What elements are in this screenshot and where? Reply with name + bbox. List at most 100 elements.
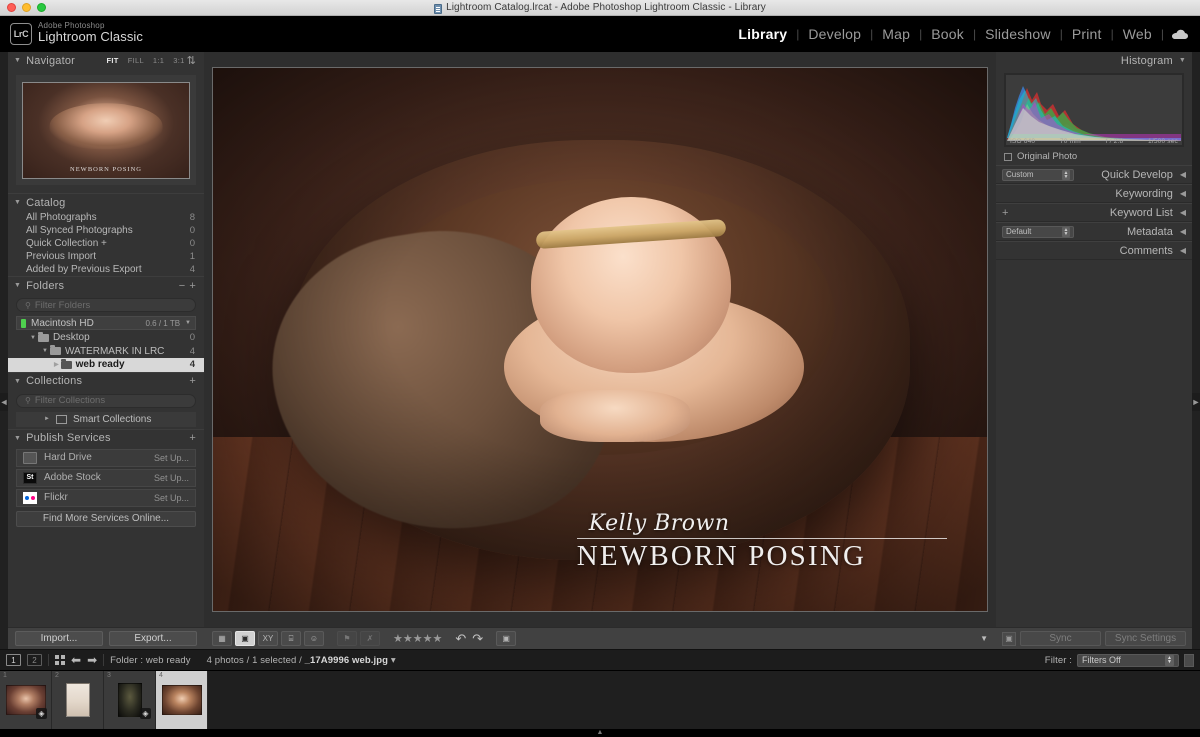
thumb-badge-icon[interactable]: ◈ (140, 708, 151, 719)
stepper-icon[interactable]: ▲ ▼ (1062, 226, 1070, 237)
filter-lock-icon[interactable] (1184, 653, 1194, 667)
folder-twisty-icon[interactable]: ▶ (54, 361, 59, 368)
rotate-right-icon[interactable]: ↷ (472, 631, 483, 647)
folders-header[interactable]: ▼ Folders − + (8, 277, 204, 294)
thumb-badge-icon[interactable]: ◈ (36, 708, 47, 719)
sync-button[interactable]: Sync (1020, 631, 1101, 646)
right-section-keyword-list[interactable]: + Keyword List ◀ (996, 203, 1192, 222)
cloud-sync-icon[interactable] (1170, 24, 1190, 44)
checkbox-icon[interactable] (1004, 152, 1012, 161)
left-panel-collapse-icon[interactable]: ◄ (0, 393, 8, 411)
module-book[interactable]: Book (922, 26, 973, 42)
filename-dropdown-icon[interactable]: ▾ (391, 655, 396, 666)
remove-folder-button[interactable]: − (177, 280, 188, 292)
filmstrip-thumb-2[interactable]: 2 (52, 671, 104, 729)
add-publish-service-button[interactable]: + (187, 432, 198, 444)
bottom-edge[interactable]: ▲ (0, 729, 1200, 737)
collections-header[interactable]: ▼ Collections + (8, 372, 204, 390)
module-print[interactable]: Print (1063, 26, 1111, 42)
rating-stars[interactable]: ★★★★★ (393, 632, 442, 645)
filter-select[interactable]: Filters Off ▲ ▼ (1077, 653, 1179, 667)
export-button[interactable]: Export... (109, 631, 197, 646)
original-photo-toggle[interactable]: Original Photo (1004, 151, 1184, 162)
folder-item-desktop[interactable]: ▼ Desktop 0 (8, 331, 204, 345)
view-mode-buttons[interactable]: ▦ ▣ XY ⌸ ☺ (212, 631, 324, 646)
sync-settings-button[interactable]: Sync Settings (1105, 631, 1186, 646)
navigator-twisty-icon[interactable]: ▼ (14, 57, 21, 64)
publish-setup-link[interactable]: Set Up... (154, 453, 189, 463)
find-more-services-button[interactable]: Find More Services Online... (16, 510, 196, 527)
identity-plate[interactable]: Adobe Photoshop Lightroom Classic (38, 21, 143, 45)
survey-view-icon[interactable]: ⌸ (281, 631, 301, 646)
back-arrow-icon[interactable]: ⬅ (71, 653, 81, 667)
section-collapse-icon[interactable]: ◀ (1180, 208, 1186, 217)
collection-filter-input[interactable]: ⚲ Filter Collections (16, 393, 196, 408)
section-collapse-icon[interactable]: ◀ (1180, 246, 1186, 255)
flag-buttons[interactable]: ⚑ ✗ (337, 631, 380, 646)
add-folder-button[interactable]: + (187, 280, 198, 292)
section-collapse-icon[interactable]: ◀ (1180, 227, 1186, 236)
rotate-left-icon[interactable]: ↶ (455, 631, 466, 647)
add-keyword-button[interactable]: + (1002, 207, 1008, 219)
right-panel-grip[interactable] (1192, 52, 1200, 649)
folder-item-watermark-in-lrc[interactable]: ▼ WATERMARK IN LRC 4 (8, 345, 204, 359)
navigator-mode-fill[interactable]: FILL (128, 56, 144, 65)
publish-service-hard-drive[interactable]: Hard Drive Set Up... (16, 448, 196, 467)
smart-collections-twisty-icon[interactable]: ► (44, 416, 50, 422)
navigator-mode-fit[interactable]: FIT (107, 56, 119, 65)
forward-arrow-icon[interactable]: ➡ (87, 653, 97, 667)
sync-mode-icon[interactable]: ▣ (1002, 631, 1016, 646)
photo-frame[interactable]: Kelly Brown NEWBORN POSING (212, 67, 988, 612)
catalog-header[interactable]: ▼ Catalog (8, 194, 204, 211)
right-section-quick-develop[interactable]: Custom ▲ ▼ Quick Develop ◀ (996, 165, 1192, 184)
filmstrip-thumb-1[interactable]: 1 ◈ (0, 671, 52, 729)
histogram-twisty-icon[interactable]: ▼ (1179, 57, 1186, 64)
navigator-zoom-modes[interactable]: FIT FILL 1:1 3:1 (107, 56, 185, 65)
folder-item-web-ready[interactable]: ▶ web ready 4 (8, 358, 204, 372)
filmstrip[interactable]: 1 ◈ 2 3 ◈ 4 (0, 671, 1200, 729)
navigator-mode-3-1[interactable]: 3:1 (173, 56, 184, 65)
publish-setup-link[interactable]: Set Up... (154, 493, 189, 503)
publish-setup-link[interactable]: Set Up... (154, 473, 189, 483)
volume-menu-icon[interactable]: ▼ (185, 320, 191, 326)
histogram-header[interactable]: Histogram ▼ (996, 52, 1192, 69)
rotate-buttons[interactable]: ↶ ↷ (455, 631, 483, 647)
right-panel-collapse-icon[interactable]: ► (1192, 393, 1200, 411)
publish-service-adobe-stock[interactable]: St Adobe Stock Set Up... (16, 468, 196, 487)
toolbar-collapse-icon[interactable]: ▼ (980, 634, 988, 643)
stepper-icon[interactable]: ▲ ▼ (1165, 654, 1174, 666)
navigator-zoom-stepper-icon[interactable]: ⇅ (185, 54, 198, 67)
folder-filter-input[interactable]: ⚲ Filter Folders (16, 298, 196, 312)
stepper-icon[interactable]: ▲ ▼ (1062, 169, 1070, 180)
right-section-comments[interactable]: Comments ◀ (996, 241, 1192, 260)
folders-twisty-icon[interactable]: ▼ (14, 282, 21, 289)
catalog-item-4[interactable]: Added by Previous Export 4 (8, 263, 204, 276)
publish-services-header[interactable]: ▼ Publish Services + (8, 429, 204, 447)
publish-service-flickr[interactable]: Flickr Set Up... (16, 488, 196, 507)
grid-view-icon[interactable]: ▦ (212, 631, 232, 646)
add-collection-button[interactable]: + (187, 375, 198, 387)
module-map[interactable]: Map (873, 26, 919, 42)
right-section-keywording[interactable]: Keywording ◀ (996, 184, 1192, 203)
catalog-item-3[interactable]: Previous Import 1 (8, 250, 204, 263)
folder-breadcrumb[interactable]: Folder : web ready (110, 655, 190, 666)
histogram-chart[interactable]: ISO 640 70 mm f / 2.8 1/500 sec (1004, 73, 1184, 147)
section-collapse-icon[interactable]: ◀ (1180, 170, 1186, 179)
import-button[interactable]: Import... (15, 631, 103, 646)
screen-2-button[interactable]: 2 (27, 654, 42, 666)
module-develop[interactable]: Develop (799, 26, 870, 42)
volume-row-macintosh-hd[interactable]: Macintosh HD 0.6 / 1 TB ▼ (16, 316, 196, 330)
navigator-preview[interactable]: NEWBORN POSING (16, 75, 196, 185)
crop-overlay-icon[interactable]: ▣ (496, 631, 517, 646)
right-section-metadata[interactable]: Default ▲ ▼ Metadata ◀ (996, 222, 1192, 241)
compare-view-icon[interactable]: XY (258, 631, 278, 646)
catalog-twisty-icon[interactable]: ▼ (14, 199, 21, 206)
grid-view-icon[interactable] (55, 655, 65, 665)
catalog-item-0[interactable]: All Photographs 8 (8, 211, 204, 224)
folder-twisty-icon[interactable]: ▼ (30, 335, 36, 341)
loupe-view-container[interactable]: Kelly Brown NEWBORN POSING (204, 52, 996, 627)
collections-twisty-icon[interactable]: ▼ (14, 378, 21, 385)
module-library[interactable]: Library (729, 26, 796, 42)
flag-reject-icon[interactable]: ✗ (360, 631, 380, 646)
catalog-item-1[interactable]: All Synced Photographs 0 (8, 224, 204, 237)
